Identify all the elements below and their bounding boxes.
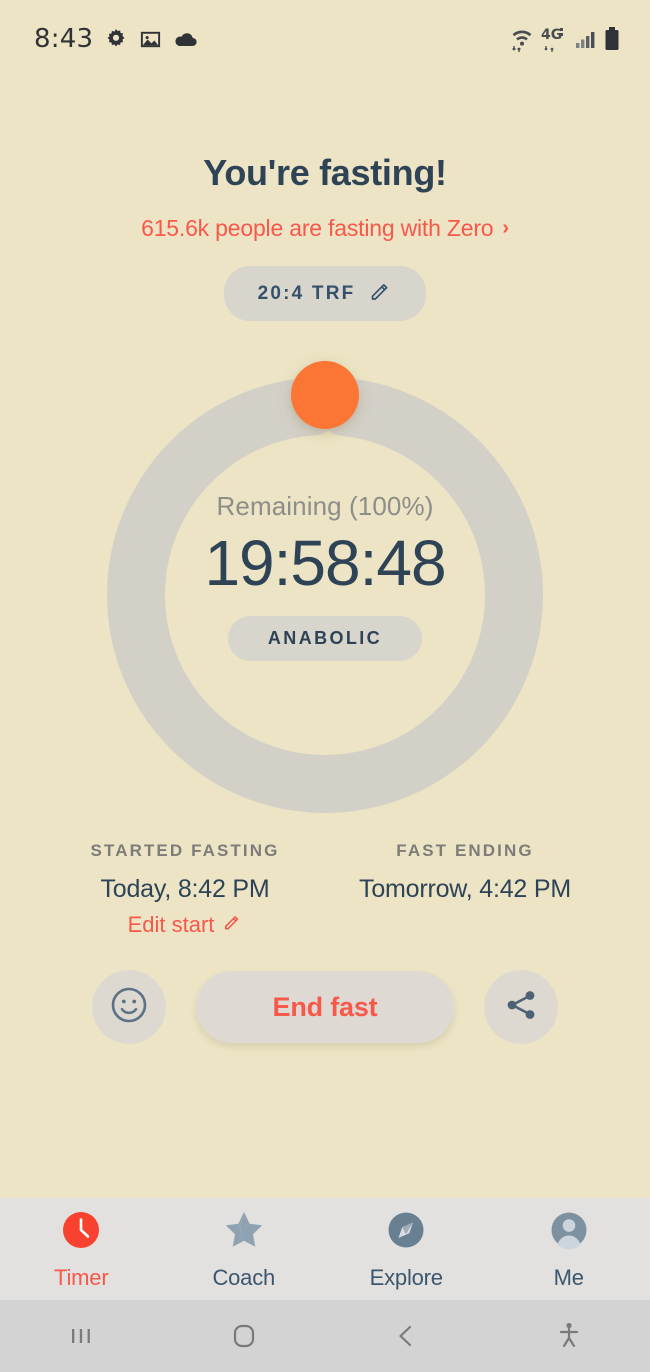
status-bar-clock: 8:43: [34, 24, 94, 54]
protocol-label: 20:4 TRF: [257, 282, 356, 304]
pencil-icon: [222, 912, 242, 938]
fasting-ring: Remaining (100%) 19:58:48 ANABOLIC: [0, 343, 650, 813]
nav-item-coach[interactable]: Coach: [163, 1207, 326, 1291]
svg-text:4G: 4G: [541, 27, 562, 43]
started-fasting-value: Today, 8:42 PM: [100, 875, 270, 903]
mood-button[interactable]: [92, 970, 166, 1044]
fast-ending-value: Tomorrow, 4:42 PM: [359, 875, 571, 903]
fast-times-row: STARTED FASTING Today, 8:42 PM Edit star…: [0, 841, 650, 938]
bottom-navigation: Timer Coach Explore Me: [0, 1198, 650, 1300]
home-icon[interactable]: [163, 1319, 326, 1353]
android-navigation-bar: [0, 1300, 650, 1372]
fast-ending-heading: FAST ENDING: [396, 841, 534, 860]
wifi-icon: [510, 26, 534, 52]
protocol-pill-wrapper: 20:4 TRF: [0, 266, 650, 321]
edit-start-button[interactable]: Edit start: [45, 912, 325, 938]
nav-item-explore[interactable]: Explore: [325, 1207, 488, 1291]
nav-label-me: Me: [553, 1265, 584, 1290]
signal-icon: [575, 28, 597, 50]
share-icon: [502, 986, 540, 1029]
avatar-icon: [546, 1207, 592, 1258]
nav-item-me[interactable]: Me: [488, 1207, 650, 1291]
status-bar: 8:43 4G: [0, 0, 650, 78]
smiley-face-icon: [108, 984, 150, 1031]
nav-item-timer[interactable]: Timer: [0, 1207, 163, 1291]
status-bar-right: 4G: [510, 26, 620, 52]
gear-icon: [104, 27, 128, 51]
main-content: You're fasting! 615.6k people are fastin…: [0, 152, 650, 1272]
timer-center: Remaining (100%) 19:58:48 ANABOLIC: [0, 491, 650, 661]
compass-icon: [383, 1207, 429, 1258]
back-icon[interactable]: [325, 1321, 488, 1351]
star-icon: [221, 1207, 267, 1258]
ring-knob-handle: [291, 361, 359, 429]
action-row: End fast: [0, 970, 650, 1044]
page-title: You're fasting!: [203, 152, 447, 193]
end-fast-button[interactable]: End fast: [196, 971, 454, 1043]
accessibility-icon[interactable]: [488, 1320, 650, 1352]
protocol-selector-button[interactable]: 20:4 TRF: [223, 266, 427, 321]
fasting-stage-badge[interactable]: ANABOLIC: [227, 616, 423, 661]
stage-pill-wrapper: ANABOLIC: [0, 616, 650, 661]
timer-icon: [58, 1207, 104, 1258]
battery-icon: [604, 27, 620, 51]
chevron-right-icon: ›: [502, 217, 509, 239]
4g-icon: 4G: [541, 26, 568, 52]
share-button[interactable]: [484, 970, 558, 1044]
edit-start-label: Edit start: [127, 912, 215, 937]
fast-ending-column: FAST ENDING Tomorrow, 4:42 PM: [325, 841, 605, 938]
status-bar-left: 8:43: [34, 24, 198, 54]
timer-countdown: 19:58:48: [204, 527, 446, 599]
remaining-label: Remaining (100%): [216, 491, 434, 521]
image-icon: [139, 28, 162, 51]
nav-label-timer: Timer: [54, 1265, 109, 1290]
social-proof-link[interactable]: 615.6k people are fasting with Zero ›: [0, 215, 650, 242]
nav-label-explore: Explore: [369, 1265, 443, 1290]
pencil-icon: [368, 279, 392, 308]
started-fasting-column: STARTED FASTING Today, 8:42 PM Edit star…: [45, 841, 325, 938]
cloud-icon: [173, 30, 198, 49]
recents-icon[interactable]: [0, 1321, 163, 1351]
social-proof-text: 615.6k people are fasting with Zero: [141, 215, 494, 241]
nav-label-coach: Coach: [212, 1265, 276, 1290]
started-fasting-heading: STARTED FASTING: [90, 841, 280, 860]
